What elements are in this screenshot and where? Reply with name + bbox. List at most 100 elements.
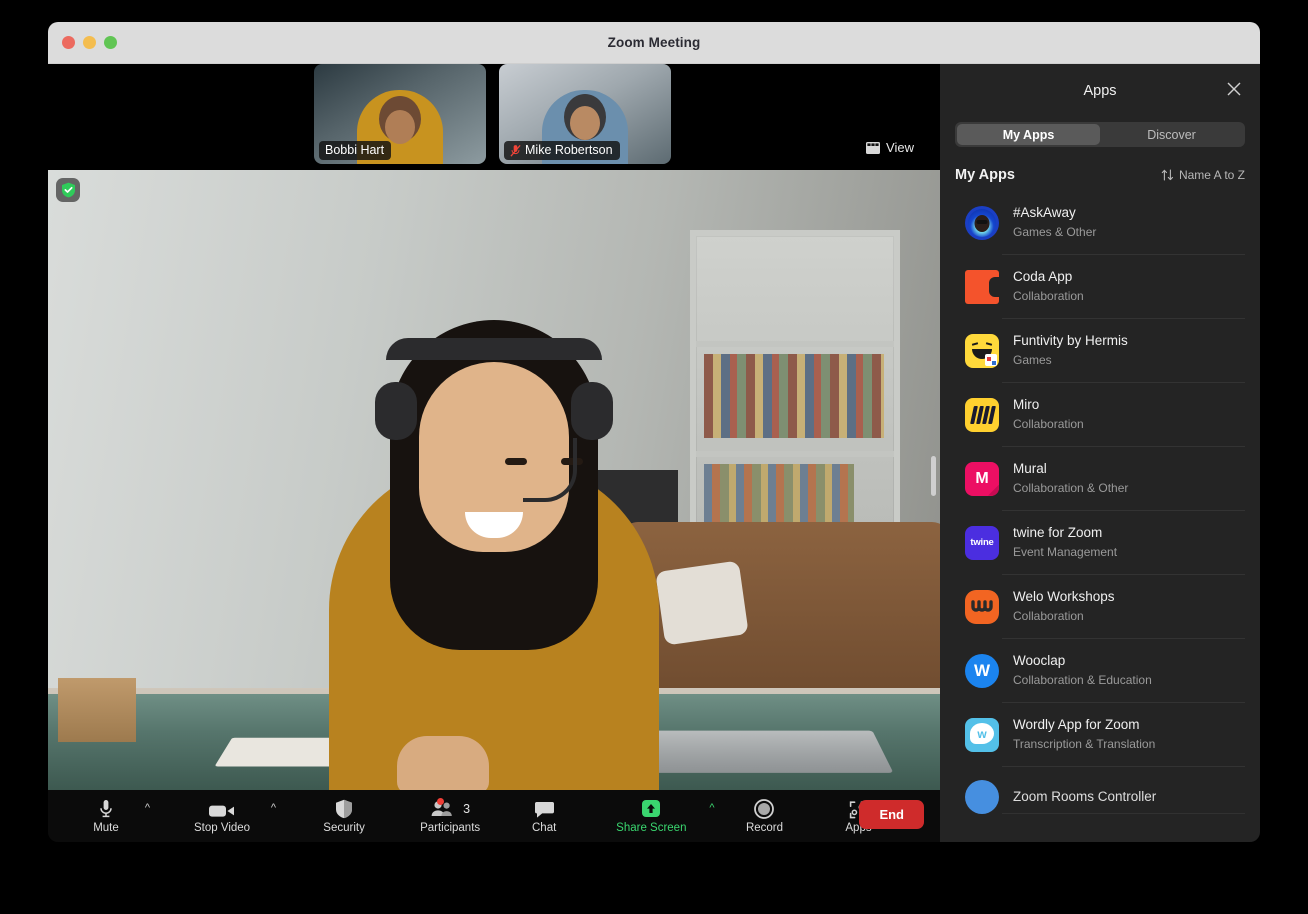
share-screen-icon bbox=[640, 799, 662, 819]
app-name: Welo Workshops bbox=[1013, 588, 1115, 606]
app-list-item[interactable]: Miro Collaboration bbox=[940, 383, 1260, 447]
app-category: Event Management bbox=[1013, 544, 1117, 561]
toolbar-security-button[interactable]: Security bbox=[316, 799, 372, 834]
app-name: #AskAway bbox=[1013, 204, 1096, 222]
participant-name: Bobbi Hart bbox=[325, 143, 384, 157]
thumbnail-head bbox=[379, 96, 421, 142]
toolbar-item-label: Chat bbox=[532, 822, 556, 834]
share-options-caret-icon[interactable]: ^ bbox=[709, 803, 714, 814]
encryption-badge[interactable] bbox=[56, 178, 80, 202]
app-list-item[interactable]: Welo Workshops Collaboration bbox=[940, 575, 1260, 639]
apps-panel-tabs: My Apps Discover bbox=[955, 122, 1245, 147]
sort-control[interactable]: Name A to Z bbox=[1161, 168, 1245, 182]
app-category: Collaboration & Other bbox=[1013, 480, 1128, 497]
apps-panel-header: Apps bbox=[940, 64, 1260, 118]
toolbar-item-label: Participants bbox=[420, 822, 480, 834]
miro-app-icon bbox=[965, 398, 999, 432]
toolbar-share-screen-button[interactable]: Share Screen ^ bbox=[616, 799, 686, 834]
app-list-item[interactable]: #AskAway Games & Other bbox=[940, 191, 1260, 255]
apps-list-header: My Apps Name A to Z bbox=[940, 147, 1260, 191]
app-name: Zoom Rooms Controller bbox=[1013, 788, 1156, 806]
microphone-icon bbox=[99, 799, 113, 819]
app-text: Mural Collaboration & Other bbox=[1013, 460, 1128, 497]
close-window-button[interactable] bbox=[62, 36, 75, 49]
mic-muted-icon bbox=[510, 144, 521, 157]
desk-organizer bbox=[58, 678, 136, 742]
toolbar-chat-button[interactable]: Chat bbox=[516, 799, 572, 834]
shield-icon bbox=[335, 799, 353, 819]
app-category: Games bbox=[1013, 352, 1128, 369]
window-titlebar: Zoom Meeting bbox=[48, 22, 1260, 64]
participant-thumbnails: Bobbi Hart bbox=[314, 64, 671, 164]
headset-earcup bbox=[571, 382, 613, 440]
app-category: Collaboration & Education bbox=[1013, 672, 1152, 689]
toolbar-participants-button[interactable]: 3 Participants bbox=[420, 799, 480, 834]
coda-app-icon bbox=[965, 270, 999, 304]
thumbnail-face bbox=[385, 110, 415, 144]
app-text: Zoom Rooms Controller bbox=[1013, 788, 1156, 806]
apps-list[interactable]: #AskAway Games & Other Coda App Collabor… bbox=[940, 191, 1260, 842]
toolbar-record-button[interactable]: Record bbox=[736, 799, 792, 834]
video-scrollbar[interactable] bbox=[931, 456, 936, 496]
view-layout-icon bbox=[866, 142, 880, 154]
toolbar-mute-button[interactable]: Mute ^ bbox=[78, 799, 134, 834]
participant-thumbnail[interactable]: Bobbi Hart bbox=[314, 64, 486, 164]
mute-options-caret-icon[interactable]: ^ bbox=[145, 803, 150, 814]
app-list-item[interactable]: W Wooclap Collaboration & Education bbox=[940, 639, 1260, 703]
participant-name-badge: Bobbi Hart bbox=[319, 141, 391, 160]
end-meeting-button[interactable]: End bbox=[859, 800, 924, 829]
app-list-item[interactable]: Zoom Rooms Controller bbox=[940, 767, 1260, 814]
toolbar-stop-video-button[interactable]: Stop Video ^ bbox=[194, 799, 250, 834]
minimize-window-button[interactable] bbox=[83, 36, 96, 49]
welo-app-icon bbox=[965, 590, 999, 624]
zoom-meeting-screen: Zoom Meeting Bobbi Hart bbox=[0, 0, 1308, 914]
headset-earcup bbox=[375, 382, 417, 440]
toolbar-item-label: Security bbox=[323, 822, 365, 834]
traffic-lights bbox=[62, 36, 117, 49]
app-list-item[interactable]: Funtivity by Hermis Games bbox=[940, 319, 1260, 383]
app-category: Collaboration bbox=[1013, 416, 1084, 433]
zoom-window: Zoom Meeting Bobbi Hart bbox=[48, 22, 1260, 842]
window-title: Zoom Meeting bbox=[48, 35, 1260, 50]
twine-icon-text: twine bbox=[970, 537, 993, 548]
app-list-item[interactable]: w Wordly App for Zoom Transcription & Tr… bbox=[940, 703, 1260, 767]
app-name: Wooclap bbox=[1013, 652, 1152, 670]
video-options-caret-icon[interactable]: ^ bbox=[271, 803, 276, 814]
funtivity-app-icon bbox=[965, 334, 999, 368]
headset-band bbox=[386, 338, 602, 360]
video-stage: Bobbi Hart bbox=[48, 64, 940, 842]
wordly-app-icon: w bbox=[965, 718, 999, 752]
app-list-item[interactable]: twine twine for Zoom Event Management bbox=[940, 511, 1260, 575]
app-name: Funtivity by Hermis bbox=[1013, 332, 1128, 350]
zoom-rooms-controller-app-icon bbox=[965, 780, 999, 814]
app-list-item[interactable]: Coda App Collaboration bbox=[940, 255, 1260, 319]
app-list-item[interactable]: M Mural Collaboration & Other bbox=[940, 447, 1260, 511]
participants-count: 3 bbox=[463, 802, 470, 816]
app-category: Transcription & Translation bbox=[1013, 736, 1155, 753]
sort-arrows-icon bbox=[1161, 169, 1174, 181]
twine-app-icon: twine bbox=[965, 526, 999, 560]
tab-discover[interactable]: Discover bbox=[1100, 124, 1243, 145]
close-panel-button[interactable] bbox=[1226, 81, 1242, 102]
thumbnail-strip: Bobbi Hart bbox=[48, 64, 940, 170]
thumbnail-head bbox=[564, 94, 606, 140]
app-name: Miro bbox=[1013, 396, 1084, 414]
view-button[interactable]: View bbox=[866, 140, 914, 155]
toolbar-item-label: Share Screen bbox=[616, 822, 686, 834]
zoom-window-button[interactable] bbox=[104, 36, 117, 49]
toolbar-item-label: Record bbox=[746, 822, 783, 834]
wordly-icon-text: w bbox=[977, 727, 986, 741]
close-icon bbox=[1226, 81, 1242, 97]
tab-my-apps[interactable]: My Apps bbox=[957, 124, 1100, 145]
speaker-hand bbox=[397, 736, 489, 790]
active-speaker-video[interactable] bbox=[48, 170, 940, 790]
app-category: Collaboration bbox=[1013, 288, 1084, 305]
app-category: Games & Other bbox=[1013, 224, 1096, 241]
app-name: Mural bbox=[1013, 460, 1128, 478]
app-text: Welo Workshops Collaboration bbox=[1013, 588, 1115, 625]
app-name: Wordly App for Zoom bbox=[1013, 716, 1155, 734]
participant-thumbnail[interactable]: Mike Robertson bbox=[499, 64, 671, 164]
video-camera-icon bbox=[209, 799, 235, 819]
speaker-figure bbox=[319, 310, 669, 790]
app-text: Wooclap Collaboration & Education bbox=[1013, 652, 1152, 689]
